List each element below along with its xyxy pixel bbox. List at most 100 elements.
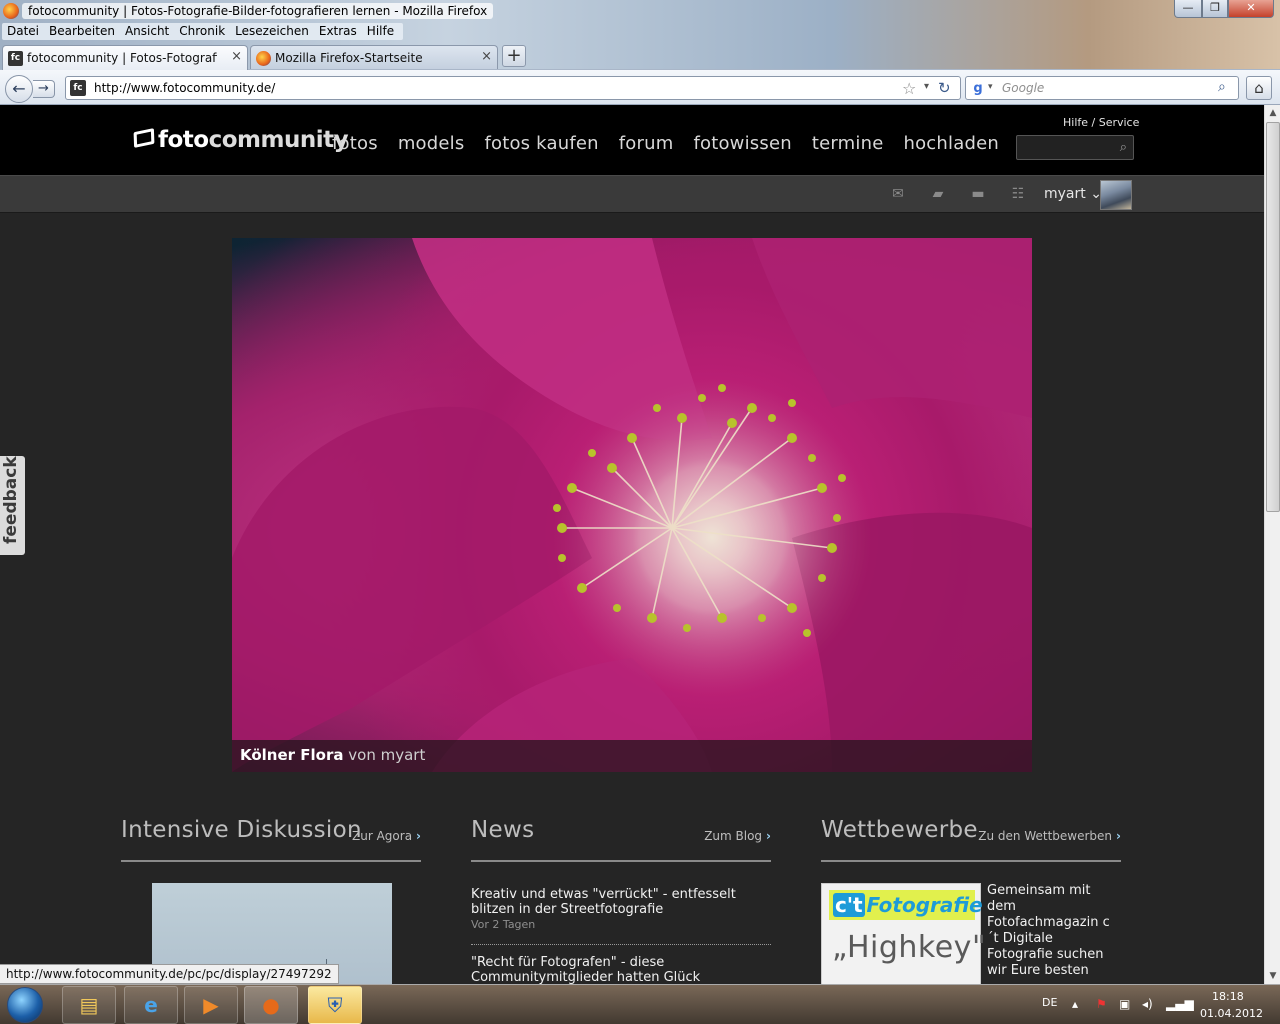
photo-by-label: von bbox=[348, 746, 376, 764]
nav-models[interactable]: models bbox=[398, 133, 465, 154]
bookmark-star-icon[interactable]: ☆ bbox=[902, 79, 916, 98]
volume-icon[interactable]: ◂) bbox=[1142, 997, 1153, 1011]
back-button[interactable]: ← bbox=[5, 75, 33, 103]
mail-icon[interactable]: ✉ bbox=[889, 186, 907, 202]
scroll-down-arrow-icon[interactable]: ▼ bbox=[1265, 968, 1280, 984]
nav-fotowissen[interactable]: fotowissen bbox=[693, 133, 791, 154]
search-icon[interactable]: ⌕ bbox=[1120, 140, 1127, 155]
nav-fotos-kaufen[interactable]: fotos kaufen bbox=[484, 133, 598, 154]
photo-title[interactable]: Kölner Flora bbox=[240, 746, 344, 764]
site-header: fotocommunity fotos models fotos kaufen … bbox=[0, 105, 1264, 175]
group-icon[interactable]: ☷ bbox=[1009, 186, 1027, 202]
section-title: News bbox=[471, 817, 535, 843]
firefox-icon bbox=[256, 51, 271, 66]
help-service-link[interactable]: Hilfe / Service bbox=[1063, 116, 1139, 129]
firefox-icon bbox=[3, 3, 19, 19]
close-button[interactable]: ✕ bbox=[1228, 0, 1274, 18]
menu-hilfe[interactable]: Hilfe bbox=[362, 23, 399, 40]
featured-photo[interactable]: Kölner Flora von myart bbox=[232, 238, 1032, 772]
section-title: Intensive Diskussion bbox=[121, 817, 362, 843]
windows-logo-icon bbox=[7, 987, 43, 1023]
photo-caption[interactable]: Kölner Flora von myart bbox=[232, 740, 1032, 772]
maximize-button[interactable]: ❐ bbox=[1202, 0, 1228, 18]
reload-icon[interactable]: ↻ bbox=[938, 79, 951, 97]
user-menu[interactable]: myart ⌄ bbox=[1044, 186, 1102, 202]
tab-fotocommunity[interactable]: fc fotocommunity | Fotos-Fotografie-Bil.… bbox=[2, 45, 248, 70]
minimize-button[interactable]: — bbox=[1174, 0, 1202, 18]
news-title[interactable]: Kreativ und etwas "verrückt" - entfessel… bbox=[471, 887, 771, 917]
url-history-dropdown-icon[interactable]: ▾ bbox=[924, 81, 929, 92]
chevron-right-icon: › bbox=[1116, 829, 1121, 843]
clock-time[interactable]: 18:18 bbox=[1212, 990, 1244, 1003]
nav-hochladen[interactable]: hochladen bbox=[903, 133, 998, 154]
action-center-flag-icon[interactable]: ⚑ bbox=[1096, 997, 1107, 1011]
menu-datei[interactable]: Datei bbox=[2, 23, 44, 40]
tab-label: fotocommunity | Fotos-Fotografie-Bil... bbox=[27, 51, 217, 65]
network-signal-icon[interactable]: ▂▄▆ bbox=[1166, 997, 1194, 1011]
feedback-tab[interactable]: feedback bbox=[0, 456, 25, 555]
news-title[interactable]: "Recht für Fotografen" - diese Community… bbox=[471, 955, 771, 984]
menu-bearbeiten[interactable]: Bearbeiten bbox=[44, 23, 120, 40]
section-title: Wettbewerbe bbox=[821, 817, 978, 843]
chat-icon[interactable]: ▬ bbox=[969, 186, 987, 202]
site-navigation: fotos models fotos kaufen forum fotowiss… bbox=[332, 133, 1019, 154]
scroll-up-arrow-icon[interactable]: ▲ bbox=[1265, 105, 1280, 121]
folder-icon[interactable]: ▰ bbox=[929, 186, 947, 202]
clock-date[interactable]: 01.04.2012 bbox=[1200, 1007, 1263, 1020]
device-icon[interactable]: ▣ bbox=[1119, 997, 1130, 1011]
media-player-taskbar-icon[interactable]: ▶ bbox=[184, 986, 238, 1024]
tab-close-icon[interactable]: × bbox=[231, 49, 242, 64]
status-url-bubble: http://www.fotocommunity.de/pc/pc/displa… bbox=[0, 964, 339, 984]
fotocommunity-logo[interactable]: fotocommunity bbox=[133, 127, 349, 153]
site-favicon-icon: fc bbox=[70, 80, 86, 96]
show-hidden-icons-arrow-icon[interactable]: ▴ bbox=[1072, 997, 1078, 1011]
competitions-link[interactable]: Zu den Wettbewerben › bbox=[978, 829, 1121, 843]
firefox-taskbar-icon[interactable]: ● bbox=[244, 986, 298, 1024]
scroll-thumb[interactable] bbox=[1266, 122, 1280, 512]
language-indicator[interactable]: DE bbox=[1042, 996, 1057, 1009]
tab-close-icon[interactable]: × bbox=[481, 49, 492, 64]
url-input[interactable]: http://www.fotocommunity.de/ bbox=[94, 81, 275, 95]
tab-bar: fc fotocommunity | Fotos-Fotografie-Bil.… bbox=[0, 43, 1280, 70]
menu-ansicht[interactable]: Ansicht bbox=[120, 23, 174, 40]
engine-dropdown-icon[interactable]: ▾ bbox=[988, 82, 993, 92]
windows-taskbar: ▤ e ▶ ● ⛨ DE ▴ ⚑ ▣ ◂) ▂▄▆ 18:18 01.04.20… bbox=[0, 984, 1280, 1024]
ct-fotografie-logo: c't Fotografie bbox=[829, 890, 983, 920]
google-engine-icon[interactable]: g bbox=[970, 81, 986, 97]
security-shield-taskbar-icon[interactable]: ⛨ bbox=[308, 986, 362, 1024]
nav-fotos[interactable]: fotos bbox=[332, 133, 378, 154]
internet-explorer-taskbar-icon[interactable]: e bbox=[124, 986, 178, 1024]
chevron-right-icon: › bbox=[766, 829, 771, 843]
fotocommunity-favicon-icon: fc bbox=[8, 51, 23, 66]
competition-image[interactable]: c't Fotografie „Highkey" bbox=[821, 883, 986, 984]
menu-chronik[interactable]: Chronik bbox=[174, 23, 230, 40]
avatar[interactable] bbox=[1100, 180, 1132, 210]
photo-author[interactable]: myart bbox=[381, 746, 426, 764]
explorer-taskbar-icon[interactable]: ▤ bbox=[62, 986, 116, 1024]
navigation-toolbar: ← → fc http://www.fotocommunity.de/ ☆ ▾ … bbox=[0, 69, 1280, 105]
nav-termine[interactable]: termine bbox=[812, 133, 884, 154]
news-item[interactable]: "Recht für Fotografen" - diese Community… bbox=[471, 955, 771, 984]
section-intensive-diskussion: Intensive Diskussion Zur Agora › bbox=[121, 815, 421, 984]
news-item[interactable]: Kreativ und etwas "verrückt" - entfessel… bbox=[471, 887, 771, 945]
search-bar[interactable]: g ▾ Google ⌕ bbox=[965, 76, 1239, 100]
menu-lesezeichen[interactable]: Lesezeichen bbox=[230, 23, 314, 40]
window-titlebar[interactable]: fotocommunity | Fotos-Fotografie-Bilder-… bbox=[0, 0, 1280, 22]
site-search-input[interactable]: ⌕ bbox=[1016, 135, 1134, 160]
nav-forum[interactable]: forum bbox=[619, 133, 674, 154]
search-magnifier-icon[interactable]: ⌕ bbox=[1218, 79, 1226, 95]
menu-extras[interactable]: Extras bbox=[314, 23, 362, 40]
url-bar[interactable]: fc http://www.fotocommunity.de/ ☆ ▾ ↻ bbox=[65, 76, 961, 100]
home-button[interactable]: ⌂ bbox=[1246, 76, 1272, 100]
start-button[interactable] bbox=[3, 985, 47, 1024]
forward-button[interactable]: → bbox=[33, 80, 55, 98]
agora-link[interactable]: Zur Agora › bbox=[352, 829, 421, 843]
competition-text[interactable]: Gemeinsam mit dem Fotofachmagazin c´t Di… bbox=[987, 883, 1117, 979]
chevron-right-icon: › bbox=[416, 829, 421, 843]
new-tab-button[interactable]: + bbox=[502, 45, 526, 67]
tab-label: Mozilla Firefox-Startseite bbox=[275, 51, 423, 65]
search-input[interactable]: Google bbox=[1002, 81, 1044, 95]
blog-link[interactable]: Zum Blog › bbox=[704, 829, 771, 843]
tab-firefox-start[interactable]: Mozilla Firefox-Startseite × bbox=[250, 45, 498, 70]
page-scrollbar[interactable]: ▲ ▼ bbox=[1264, 105, 1280, 984]
